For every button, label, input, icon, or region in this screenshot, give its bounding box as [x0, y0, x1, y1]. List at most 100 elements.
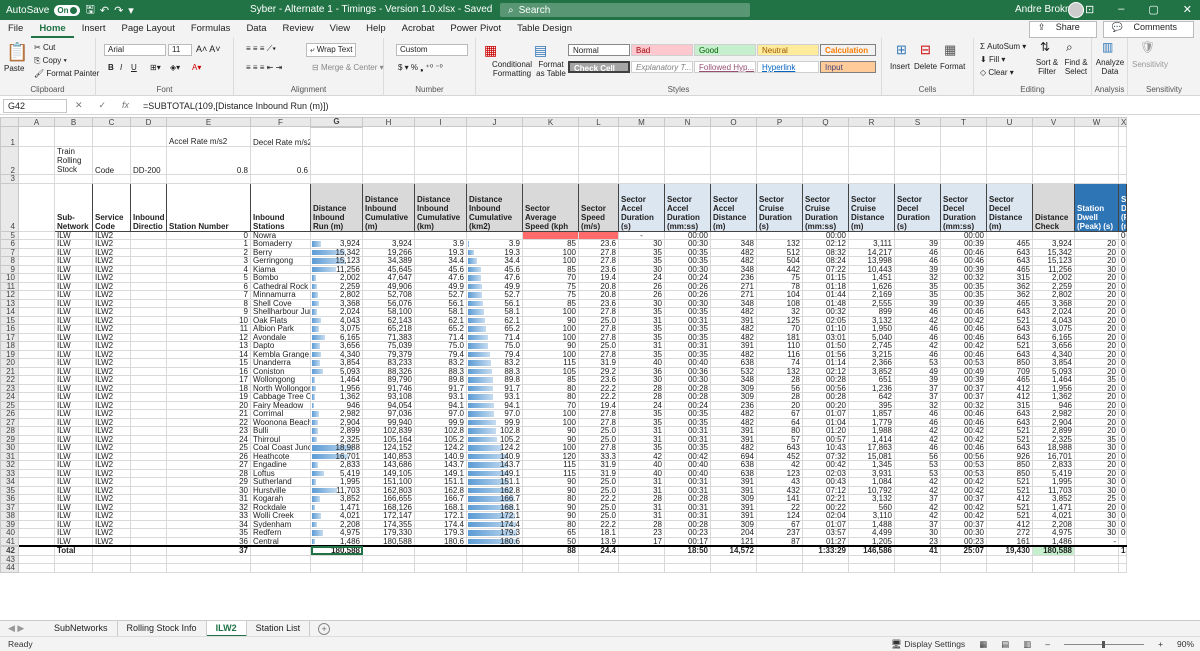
cell[interactable]: 39 — [894, 375, 941, 385]
cell[interactable]: 3,924 — [1032, 239, 1075, 249]
column-heading[interactable]: Sector Speed (m/s) — [578, 182, 619, 232]
cell[interactable]: 00:23 — [664, 528, 711, 538]
cell[interactable]: 3,852 — [848, 366, 895, 376]
cell[interactable]: 123 — [756, 468, 803, 478]
cell[interactable]: 236 — [710, 273, 757, 283]
cell[interactable] — [414, 563, 467, 573]
insert-function-icon[interactable]: fx — [122, 100, 129, 111]
cell[interactable] — [18, 545, 55, 556]
cumulative-km2-cell[interactable]: 45.6 — [466, 264, 523, 274]
total-cell[interactable]: 18:50 — [664, 545, 711, 556]
cell[interactable]: ILW2 — [92, 349, 131, 359]
cell[interactable] — [1032, 126, 1075, 147]
cumulative-km2-cell[interactable]: 34.4 — [466, 256, 523, 266]
cell[interactable] — [310, 554, 363, 564]
distance-run-cell[interactable]: 2,899 — [310, 426, 363, 436]
distance-run-cell[interactable]: 2,024 — [310, 307, 363, 317]
row-header[interactable]: 42 — [0, 545, 19, 556]
display-settings-button[interactable]: 🖥 Display Settings — [891, 639, 965, 650]
fill-button[interactable]: ⬇ Fill ▾ — [980, 55, 1005, 64]
cumulative-km2-cell[interactable]: 47.6 — [466, 273, 523, 283]
cell[interactable]: 00:20 — [1118, 451, 1127, 461]
cell[interactable] — [18, 392, 55, 402]
cell[interactable]: 00:20 — [1118, 409, 1127, 419]
cell[interactable] — [18, 174, 55, 184]
cell[interactable] — [1118, 146, 1127, 175]
row-header[interactable]: 36 — [0, 494, 19, 504]
cell[interactable]: 00:25 — [1118, 494, 1127, 504]
cell[interactable]: 20 — [1074, 409, 1119, 419]
cell[interactable]: ILW — [54, 434, 93, 444]
cell[interactable] — [18, 409, 55, 419]
cell[interactable]: 35 — [618, 332, 665, 342]
cell[interactable]: 19.4 — [578, 273, 619, 283]
cell[interactable]: 694 — [710, 451, 757, 461]
cell[interactable]: 651 — [848, 375, 895, 385]
row-header[interactable]: 43 — [0, 554, 19, 564]
cumulative-km2-cell[interactable]: 172.1 — [466, 511, 523, 521]
cell[interactable] — [18, 485, 55, 495]
cell[interactable]: 20 — [1074, 460, 1119, 470]
cell[interactable]: 482 — [710, 247, 757, 257]
customize-qat-icon[interactable]: ▾ — [128, 4, 134, 17]
cell[interactable]: Fairy Meadow — [250, 400, 311, 410]
cell[interactable]: 166.7 — [414, 494, 467, 504]
cell[interactable]: 465 — [986, 298, 1033, 308]
cell[interactable]: 42 — [894, 426, 941, 436]
cell[interactable]: 43 — [756, 477, 803, 487]
cell[interactable]: 46 — [894, 349, 941, 359]
cell[interactable] — [130, 366, 167, 376]
cell[interactable]: 94,054 — [362, 400, 415, 410]
cell[interactable]: 27.8 — [578, 332, 619, 342]
cell[interactable]: ILW — [54, 247, 93, 257]
zoom-out-icon[interactable]: – — [1045, 639, 1050, 649]
cell[interactable]: Wolli Creek — [250, 511, 311, 521]
cell[interactable]: 27 — [166, 460, 251, 470]
cell[interactable]: 24 — [618, 273, 665, 283]
cell[interactable]: 25.0 — [578, 341, 619, 351]
cell[interactable] — [466, 126, 523, 147]
cell[interactable]: 395 — [848, 400, 895, 410]
column-header[interactable]: E — [166, 117, 251, 127]
cell[interactable]: Coniston — [250, 366, 311, 376]
cell[interactable]: 1,988 — [848, 426, 895, 436]
cell[interactable] — [130, 519, 167, 529]
cell[interactable]: 42 — [894, 477, 941, 487]
cell[interactable]: 26 — [618, 290, 665, 300]
total-cell[interactable]: 41 — [894, 545, 941, 556]
distance-run-cell[interactable]: 16,701 — [310, 451, 363, 461]
cell[interactable]: 00:30 — [1118, 511, 1127, 521]
cumulative-km2-cell[interactable]: 65.2 — [466, 324, 523, 334]
cell[interactable]: 00:31 — [664, 315, 711, 325]
cell[interactable]: 100 — [522, 332, 579, 342]
cell[interactable]: ILW2 — [92, 375, 131, 385]
cell[interactable]: ILW2 — [92, 443, 131, 453]
select-all-corner[interactable] — [0, 117, 19, 127]
cell[interactable] — [940, 146, 987, 175]
cell[interactable]: 180,588 — [362, 536, 415, 547]
column-heading[interactable]: Sector Decel Duration (mm:ss) — [940, 182, 987, 232]
format-as-table-button[interactable]: Format as Table — [534, 60, 568, 78]
cell[interactable]: 32 — [894, 400, 941, 410]
cell[interactable]: 1,464 — [1032, 375, 1075, 385]
cell[interactable]: 30 — [618, 264, 665, 274]
tab-page-layout[interactable]: Page Layout — [113, 23, 182, 38]
cumulative-km2-cell[interactable]: 49.9 — [466, 281, 523, 291]
cell[interactable] — [414, 554, 467, 564]
cell[interactable]: 27.8 — [578, 247, 619, 257]
cell[interactable] — [130, 264, 167, 274]
find-select-icon[interactable]: ⌕ — [1066, 40, 1073, 55]
cumulative-km2-cell[interactable]: 56.1 — [466, 298, 523, 308]
zoom-in-icon[interactable]: + — [1158, 639, 1163, 649]
style-neutral[interactable]: Neutral — [757, 44, 819, 56]
cumulative-km2-cell[interactable]: 83.2 — [466, 358, 523, 368]
cell[interactable]: ILW2 — [92, 426, 131, 436]
row-header[interactable]: 28 — [0, 426, 19, 436]
distance-run-cell[interactable] — [310, 230, 363, 240]
column-header[interactable]: S — [894, 117, 941, 127]
cell[interactable] — [362, 554, 415, 564]
cell[interactable]: 00:30 — [1118, 264, 1127, 274]
cell[interactable]: 28 — [618, 494, 665, 504]
cell[interactable]: ILW — [54, 485, 93, 495]
column-header[interactable]: A — [18, 117, 55, 127]
